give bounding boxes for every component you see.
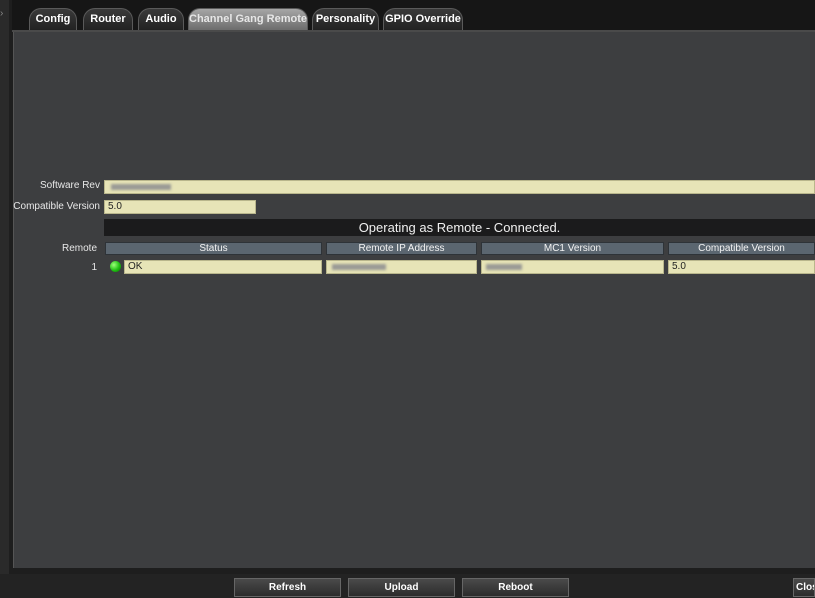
reboot-button[interactable]: Reboot: [462, 578, 569, 597]
remote-column-header: Remote: [61, 243, 97, 254]
tab-config[interactable]: Config: [29, 8, 77, 30]
redacted-text: [486, 264, 522, 270]
redacted-text: [332, 264, 386, 270]
compatible-version-field: 5.0: [104, 200, 256, 214]
tab-gpio-override[interactable]: GPIO Override: [383, 8, 463, 30]
collapse-arrow-icon[interactable]: ›: [0, 8, 3, 19]
mc1-version-cell: [481, 260, 664, 274]
mc1-version-column-header: MC1 Version: [481, 242, 664, 255]
software-rev-label: Software Rev: [39, 180, 100, 191]
remote-index: 1: [91, 262, 97, 273]
refresh-button[interactable]: Refresh: [234, 578, 341, 597]
status-cell: OK: [124, 260, 322, 274]
connection-status-banner: Operating as Remote - Connected.: [104, 219, 815, 236]
remote-ip-cell: [326, 260, 477, 274]
compatible-version-cell: 5.0: [668, 260, 815, 274]
compatible-version-label: Compatible Version: [13, 201, 100, 212]
tab-channel-gang-remote[interactable]: Channel Gang Remote: [188, 8, 308, 30]
tab-bar: Config Router Audio Channel Gang Remote …: [12, 0, 815, 32]
redacted-text: [111, 184, 171, 190]
remote-ip-column-header: Remote IP Address: [326, 242, 477, 255]
upload-button[interactable]: Upload: [348, 578, 455, 597]
left-edge-strip: ›: [0, 0, 9, 598]
compatible-version-column-header: Compatible Version: [668, 242, 815, 255]
status-column-header: Status: [105, 242, 322, 255]
software-rev-field: [104, 180, 815, 194]
tab-personality[interactable]: Personality: [312, 8, 379, 30]
close-button[interactable]: Close: [793, 578, 815, 597]
status-led-icon: [110, 261, 121, 272]
tab-router[interactable]: Router: [83, 8, 133, 30]
main-panel: [13, 32, 815, 568]
tab-audio[interactable]: Audio: [138, 8, 184, 30]
